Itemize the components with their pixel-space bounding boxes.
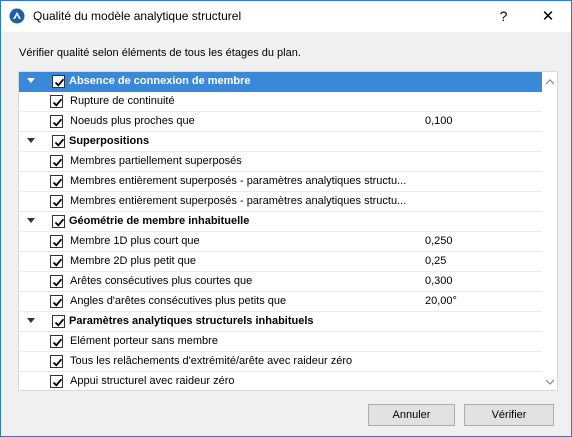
check-item-row[interactable]: Tous les relâchements d'extrémité/arête …	[19, 352, 542, 372]
item-value[interactable]: 0,300	[425, 275, 453, 287]
instruction-text: Vérifier qualité selon éléments de tous …	[19, 47, 301, 59]
item-checkbox[interactable]	[50, 155, 63, 168]
quality-dialog: Qualité du modèle analytique structurel …	[0, 0, 572, 437]
help-button[interactable]: ?	[481, 1, 526, 32]
item-label: Membre 2D plus petit que	[70, 255, 196, 267]
check-item-row[interactable]: Elément porteur sans membre	[19, 332, 542, 352]
collapse-arrow-icon[interactable]	[27, 318, 35, 323]
collapse-arrow-icon[interactable]	[27, 218, 35, 223]
item-checkbox[interactable]	[50, 195, 63, 208]
item-label: Membre 1D plus court que	[70, 235, 200, 247]
window-title: Qualité du modèle analytique structurel	[33, 9, 242, 23]
item-label: Membres partiellement superposés	[70, 155, 242, 167]
check-item-row[interactable]: Membres entièrement superposés - paramèt…	[19, 192, 542, 212]
item-label: Membres entièrement superposés - paramèt…	[70, 195, 407, 207]
scroll-down-icon[interactable]	[545, 376, 555, 388]
check-item-row[interactable]: Angles d'arêtes consécutives plus petits…	[19, 292, 542, 312]
group-checkbox[interactable]	[52, 75, 65, 88]
check-item-row[interactable]: Noeuds plus proches que 0,100	[19, 112, 542, 132]
group-checkbox[interactable]	[52, 215, 65, 228]
group-row[interactable]: Absence de connexion de membre	[19, 72, 542, 92]
item-value[interactable]: 0,25	[425, 255, 446, 267]
check-item-row[interactable]: Membres entièrement superposés - paramèt…	[19, 172, 542, 192]
vertical-scrollbar[interactable]	[542, 72, 557, 390]
item-checkbox[interactable]	[50, 235, 63, 248]
item-checkbox[interactable]	[50, 115, 63, 128]
check-tree: Absence de connexion de membre Rupture de…	[18, 71, 558, 391]
check-item-row[interactable]: Membres partiellement superposés	[19, 152, 542, 172]
item-label: Elément porteur sans membre	[70, 335, 218, 347]
close-button[interactable]: ✕	[525, 1, 571, 32]
item-value[interactable]: 0,100	[425, 115, 453, 127]
group-label: Paramètres analytiques structurels inhab…	[69, 315, 314, 327]
item-value[interactable]: 0,250	[425, 235, 453, 247]
group-row[interactable]: Superpositions	[19, 132, 542, 152]
item-label: Noeuds plus proches que	[70, 115, 195, 127]
item-checkbox[interactable]	[50, 295, 63, 308]
collapse-arrow-icon[interactable]	[27, 138, 35, 143]
item-label: Arêtes consécutives plus courtes que	[70, 275, 253, 287]
item-label: Rupture de continuité	[70, 95, 175, 107]
check-item-row[interactable]: Appui structurel avec raideur zéro	[19, 372, 542, 390]
title-bar: Qualité du modèle analytique structurel …	[1, 1, 571, 32]
check-item-row[interactable]: Membre 1D plus court que 0,250	[19, 232, 542, 252]
scroll-up-icon[interactable]	[545, 76, 555, 88]
app-icon	[9, 8, 25, 24]
item-checkbox[interactable]	[50, 175, 63, 188]
group-checkbox[interactable]	[52, 315, 65, 328]
item-label: Appui structurel avec raideur zéro	[70, 375, 235, 387]
item-label: Tous les relâchements d'extrémité/arête …	[70, 355, 353, 367]
group-label: Superpositions	[69, 135, 150, 147]
check-item-row[interactable]: Arêtes consécutives plus courtes que 0,30…	[19, 272, 542, 292]
item-checkbox[interactable]	[50, 95, 63, 108]
group-checkbox[interactable]	[52, 135, 65, 148]
check-item-row[interactable]: Membre 2D plus petit que 0,25	[19, 252, 542, 272]
item-value[interactable]: 20,00°	[425, 295, 457, 307]
item-checkbox[interactable]	[50, 375, 63, 388]
group-row[interactable]: Géométrie de membre inhabituelle	[19, 212, 542, 232]
item-checkbox[interactable]	[50, 355, 63, 368]
item-checkbox[interactable]	[50, 255, 63, 268]
group-label: Absence de connexion de membre	[69, 75, 251, 87]
group-row[interactable]: Paramètres analytiques structurels inhab…	[19, 312, 542, 332]
item-checkbox[interactable]	[50, 335, 63, 348]
collapse-arrow-icon[interactable]	[27, 78, 35, 83]
item-label: Membres entièrement superposés - paramèt…	[70, 175, 407, 187]
item-checkbox[interactable]	[50, 275, 63, 288]
cancel-button[interactable]: Annuler	[368, 404, 455, 426]
item-label: Angles d'arêtes consécutives plus petits…	[70, 295, 287, 307]
group-label: Géométrie de membre inhabituelle	[69, 215, 250, 227]
verify-button[interactable]: Vérifier	[464, 404, 554, 426]
check-item-row[interactable]: Rupture de continuité	[19, 92, 542, 112]
